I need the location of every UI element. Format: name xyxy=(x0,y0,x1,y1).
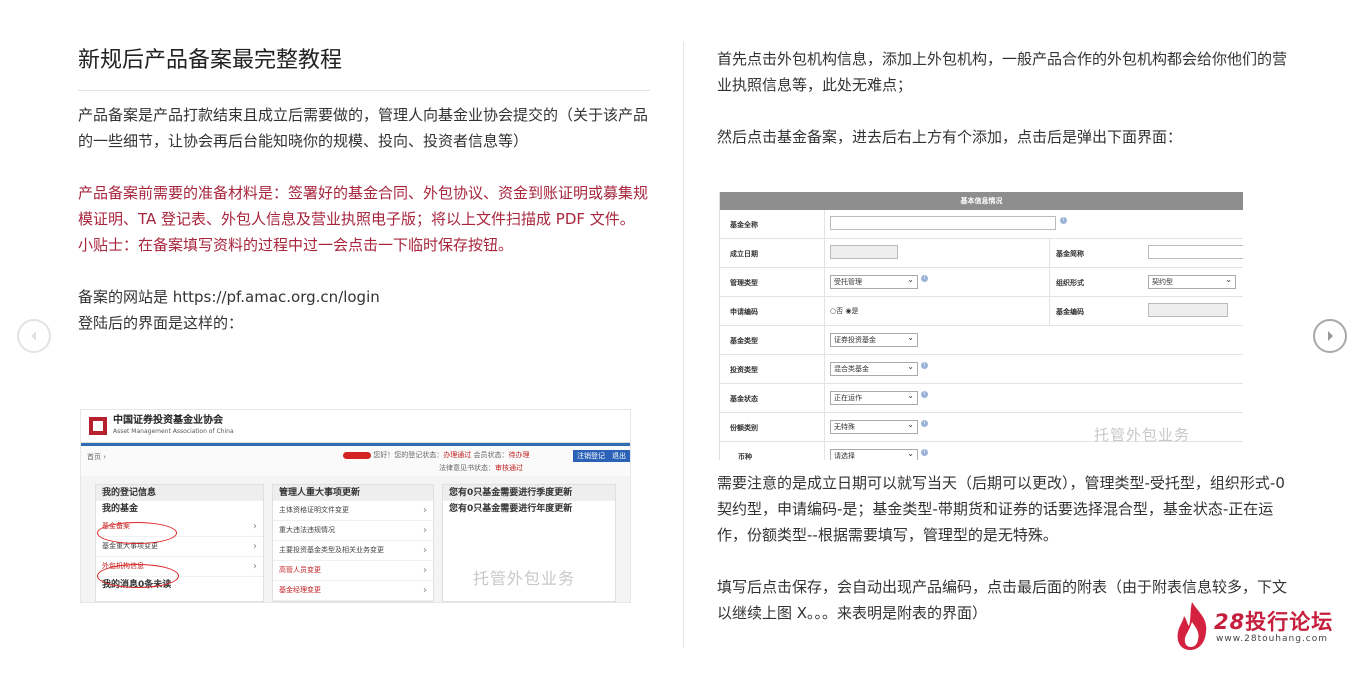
management-type-select[interactable]: 受托管理 xyxy=(830,274,918,289)
list-item[interactable]: 基金经理变更 xyxy=(273,581,433,601)
fund-code-input[interactable] xyxy=(1148,303,1228,317)
info-icon: i xyxy=(1060,217,1067,224)
law-value: 审核通过 xyxy=(495,464,523,472)
setup-date-input[interactable] xyxy=(830,245,898,259)
list-item[interactable]: 重大违法违规情况 xyxy=(273,521,433,541)
field-label: 组织形式 xyxy=(1056,279,1084,287)
list-item[interactable]: 高管人员变更 xyxy=(273,561,433,581)
amac-logo-icon xyxy=(89,417,107,435)
exit-button[interactable]: 退出 xyxy=(608,450,630,462)
portal-org-name: 中国证券投资基金业协会 Asset Management Association… xyxy=(113,415,234,437)
watermark: 托管外包业务 xyxy=(473,569,576,588)
website-paragraph: 备案的网站是 https://pf.amac.org.cn/login xyxy=(78,288,380,306)
form-header: 基本信息情况 xyxy=(720,192,1243,210)
org-name-cn: 中国证券投资基金业协会 xyxy=(113,415,223,426)
radio-yes-label: 是 xyxy=(851,307,859,315)
org-name-en: Asset Management Association of China xyxy=(113,428,234,435)
tip-paragraph: 小贴士：在备案填写资料的过程中过一会点击一下临时保存按钮。 xyxy=(78,236,514,254)
form-row: 申请编码 ○否 ◉是 基金编码 xyxy=(720,297,1243,326)
field-label: 投资类型 xyxy=(730,366,758,374)
fund-status-select[interactable]: 正在运作 xyxy=(830,390,918,405)
status-value-1: 办理通过 xyxy=(443,451,472,459)
field-label: 基金类型 xyxy=(730,337,758,345)
portal-header: 中国证券投资基金业协会 Asset Management Association… xyxy=(81,410,630,443)
form-row: 投资类型 混合类基金 i xyxy=(720,355,1243,384)
field-label: 基金状态 xyxy=(730,395,758,403)
next-slide-button[interactable] xyxy=(1313,319,1347,353)
column-divider xyxy=(683,42,684,648)
right-column: 首先点击外包机构信息，添加上外包机构，一般产品合作的外包机构都会给你他们的营业执… xyxy=(717,46,1289,150)
step2-paragraph: 然后点击基金备案，进去后右上方有个添加，点击后是弹出下面界面： xyxy=(717,128,1183,146)
status-value-2: 待办理 xyxy=(508,451,530,459)
chevron-left-icon xyxy=(31,331,36,341)
status-prefix: 您好！您的登记状态： xyxy=(373,451,444,459)
intro-paragraph: 产品备案是产品打款结束且成立后需要做的，管理人向基金业协会提交的（关于该产品的一… xyxy=(78,106,649,150)
logout-registration-button[interactable]: 注销登记 xyxy=(573,450,609,462)
org-form-select[interactable]: 契约型 xyxy=(1148,274,1236,289)
law-label: 法律意见书状态： xyxy=(439,464,495,472)
fund-type-select[interactable]: 证券投资基金 xyxy=(830,332,918,347)
panel-heading: 管理人重大事项更新 xyxy=(273,485,433,501)
logo-url: www.28touhang.com xyxy=(1216,634,1329,644)
field-label: 基金编码 xyxy=(1056,308,1084,316)
amac-portal-screenshot: 中国证券投资基金业协会 Asset Management Association… xyxy=(80,409,631,603)
status-mid: 会员状态： xyxy=(471,451,509,459)
field-label: 成立日期 xyxy=(730,250,758,258)
major-events-panel: 管理人重大事项更新 主体资格证明文件变更 重大违法违规情况 主要投资基金类型及相… xyxy=(272,484,434,602)
breadcrumb[interactable]: 首页 › xyxy=(87,452,106,462)
info-icon: i xyxy=(921,362,928,369)
field-label: 管理类型 xyxy=(730,279,758,287)
materials-paragraph: 产品备案前需要的准备材料是：签署好的基金合同、外包协议、资金到账证明或募集规模证… xyxy=(78,184,649,228)
notes-paragraph: 需要注意的是成立日期可以就写当天（后期可以更改），管理类型-受托型，组织形式-0… xyxy=(717,474,1285,544)
left-column: 新规后产品备案最完整教程 产品备案是产品打款结束且成立后需要做的，管理人向基金业… xyxy=(78,40,650,336)
field-label: 基金简称 xyxy=(1056,250,1084,258)
info-icon: i xyxy=(921,420,928,427)
info-icon: i xyxy=(921,275,928,282)
highlight-ring xyxy=(97,522,177,544)
legal-opinion-status: 法律意见书状态：审核通过 xyxy=(439,463,523,473)
field-label: 份额类别 xyxy=(730,424,758,432)
logo-cn: 投行论坛 xyxy=(1245,610,1334,634)
field-label: 币种 xyxy=(738,453,752,460)
logo-text: 28投行论坛 xyxy=(1214,606,1333,636)
radio-no-label: 否 xyxy=(836,307,844,315)
apply-code-radio-group[interactable]: ○否 ◉是 xyxy=(830,306,858,316)
list-item[interactable]: 主体资格证明文件变更 xyxy=(273,501,433,521)
fund-form-screenshot: 基本信息情况 基金全称 i 成立日期 基金简称 管理类型 受托管理 i 组织形式… xyxy=(719,192,1243,460)
site-logo[interactable]: 28投行论坛 www.28touhang.com xyxy=(1172,600,1342,652)
registration-status: 您好！您的登记状态：办理通过 会员状态：待办理 xyxy=(343,450,529,460)
panel-heading: 我的登记信息 xyxy=(96,485,263,501)
invest-type-select[interactable]: 混合类基金 xyxy=(830,361,918,376)
chevron-right-icon xyxy=(1328,331,1333,341)
redacted-mark xyxy=(343,451,371,459)
prev-slide-button[interactable] xyxy=(17,319,51,353)
title-divider xyxy=(78,90,650,91)
field-label: 基金全称 xyxy=(730,221,758,229)
fund-name-input[interactable] xyxy=(830,216,1056,230)
page-title: 新规后产品备案最完整教程 xyxy=(78,48,343,73)
panel-heading: 您有0只基金需要进行季度更新 xyxy=(443,485,615,501)
portal-status-bar: 首页 › 您好！您的登记状态：办理通过 会员状态：待办理 法律意见书状态：审核通… xyxy=(81,446,630,476)
form-row: 基金类型 证券投资基金 xyxy=(720,326,1243,355)
panel-heading: 您有0只基金需要进行年度更新 xyxy=(443,501,615,517)
login-caption: 登陆后的界面是这样的： xyxy=(78,314,244,332)
watermark: 托管外包业务 xyxy=(1094,426,1191,444)
form-row: 成立日期 基金简称 xyxy=(720,239,1243,268)
share-type-select[interactable]: 无特殊 xyxy=(830,419,918,434)
panel-heading: 我的基金 xyxy=(96,501,263,517)
field-label: 申请编码 xyxy=(730,308,758,316)
info-icon: i xyxy=(921,391,928,398)
flame-logo-icon xyxy=(1177,602,1207,650)
form-row: 基金全称 i xyxy=(720,210,1243,239)
step1-paragraph: 首先点击外包机构信息，添加上外包机构，一般产品合作的外包机构都会给你他们的营业执… xyxy=(717,50,1288,94)
info-icon: i xyxy=(921,449,928,456)
logo-number: 28 xyxy=(1214,610,1246,634)
list-item[interactable]: 主要投资基金类型及相关业务变更 xyxy=(273,541,433,561)
form-row: 管理类型 受托管理 i 组织形式 契约型 xyxy=(720,268,1243,297)
form-row: 基金状态 正在运作 i xyxy=(720,384,1243,413)
currency-select[interactable]: 请选择 xyxy=(830,448,918,460)
highlight-ring xyxy=(97,564,179,588)
fund-short-name-input[interactable] xyxy=(1148,245,1243,259)
